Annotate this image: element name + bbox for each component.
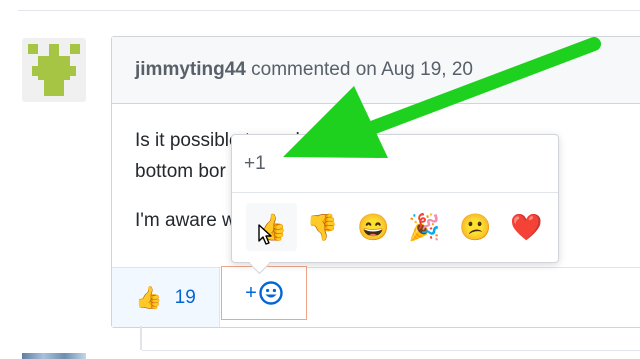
timeline-thread-line — [140, 326, 142, 350]
smiley-icon — [259, 281, 283, 305]
confused-icon[interactable]: 😕 — [450, 203, 501, 251]
thumbs-up-icon: 👍 — [135, 284, 163, 310]
reaction-picker-emoji-row: 👍 👎 😄 🎉 😕 ❤️ — [232, 193, 558, 251]
next-avatar[interactable] — [22, 353, 86, 359]
avatar[interactable] — [22, 38, 86, 102]
top-divider — [18, 10, 640, 11]
thumbs-up-count: 19 — [174, 286, 196, 308]
add-reaction-plus: + — [245, 281, 257, 304]
reactions-bar: 👍 19 + — [112, 266, 640, 327]
thumbs-down-icon[interactable]: 👎 — [297, 203, 348, 251]
heart-icon[interactable]: ❤️ — [501, 203, 552, 251]
add-reaction-button[interactable]: + — [221, 266, 307, 320]
laugh-icon[interactable]: 😄 — [348, 203, 399, 251]
reaction-picker-title: +1 — [232, 135, 558, 193]
mouse-pointer-icon — [258, 224, 272, 245]
hooray-icon[interactable]: 🎉 — [399, 203, 450, 251]
thumbs-up-reaction-button[interactable]: 👍 19 — [112, 268, 220, 327]
comment-timestamp[interactable]: commented on Aug 19, 20 — [246, 59, 473, 80]
comment-author[interactable]: jimmyting44 — [135, 59, 246, 80]
reaction-picker-popover: +1 👍 👎 😄 🎉 😕 ❤️ — [231, 134, 559, 263]
comment-header: jimmyting44 commented on Aug 19, 20 — [112, 37, 640, 104]
next-comment-border — [142, 350, 640, 351]
